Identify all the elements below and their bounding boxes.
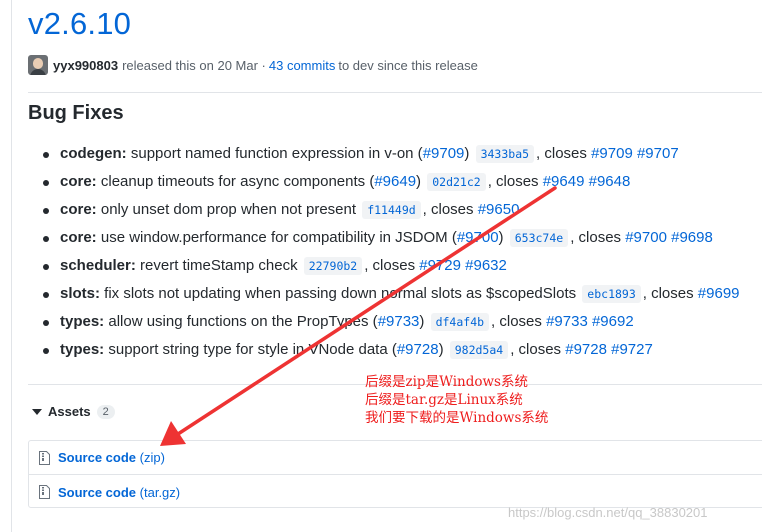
issue-link[interactable]: #9649 xyxy=(543,173,585,190)
commit-sha-link[interactable]: 3433ba5 xyxy=(475,145,535,163)
closes-text: , closes xyxy=(364,257,420,274)
issue-link[interactable]: #9728 xyxy=(565,341,607,358)
bug-fix-item: codegen: support named function expressi… xyxy=(43,143,762,171)
pr-link[interactable]: #9700 xyxy=(457,229,499,246)
closes-text: , closes xyxy=(422,201,478,218)
branch-text: to dev since this release xyxy=(338,57,478,73)
assets-label: Assets xyxy=(48,404,91,419)
pr-link[interactable]: #9649 xyxy=(374,173,416,190)
source-code-targz-link[interactable]: Source code (tar.gz) xyxy=(58,485,180,500)
source-code-zip-link[interactable]: Source code (zip) xyxy=(58,450,165,465)
fix-description: revert timeStamp check xyxy=(135,257,298,274)
fix-scope: core: xyxy=(60,173,97,190)
commit-sha-link[interactable]: f11449d xyxy=(362,201,421,219)
assets-toggle[interactable]: Assets 2 xyxy=(32,404,115,419)
fix-scope: core: xyxy=(60,229,97,246)
closes-text: , closes xyxy=(491,313,547,330)
fix-scope: scheduler: xyxy=(60,257,136,274)
file-zip-icon xyxy=(39,485,50,499)
closes-text: , closes xyxy=(570,229,626,246)
bug-fix-item: types: allow using functions on the Prop… xyxy=(43,311,762,339)
bug-fix-item: core: use window.performance for compati… xyxy=(43,227,762,255)
issue-link[interactable]: #9733 xyxy=(546,313,588,330)
issue-link[interactable]: #9692 xyxy=(592,313,634,330)
pr-link[interactable]: #9733 xyxy=(378,313,420,330)
closes-text: , closes xyxy=(510,341,566,358)
annotation-line-1: 后缀是zip是Windows系统 xyxy=(365,374,528,390)
fix-description: use window.performance for compatibility… xyxy=(96,229,457,246)
commit-sha-link[interactable]: 22790b2 xyxy=(303,257,363,275)
issue-link[interactable]: #9709 xyxy=(591,145,633,162)
commit-sha-link[interactable]: 982d5a4 xyxy=(449,341,509,359)
issue-link[interactable]: #9698 xyxy=(671,229,713,246)
fix-description: only unset dom prop when not present xyxy=(96,201,357,218)
annotation-line-2: 后缀是tar.gz是Linux系统 xyxy=(365,392,523,408)
asset-row-zip[interactable]: Source code (zip) xyxy=(29,441,762,475)
file-zip-icon xyxy=(39,450,50,465)
release-title[interactable]: v2.6.10 xyxy=(28,6,131,42)
annotation-text: 后缀是zip是Windows系统 后缀是tar.gz是Linux系统 我们要下载… xyxy=(365,373,548,427)
closes-text: , closes xyxy=(487,173,543,190)
divider-top xyxy=(28,92,762,93)
bug-fix-item: types: support string type for style in … xyxy=(43,339,762,367)
fix-scope: types: xyxy=(60,313,105,330)
commit-sha-link[interactable]: 02d21c2 xyxy=(427,173,486,191)
bug-fix-item: core: cleanup timeouts for async compone… xyxy=(43,171,762,199)
fix-scope: codegen: xyxy=(60,145,127,162)
pr-link[interactable]: #9709 xyxy=(423,145,465,162)
author-avatar[interactable] xyxy=(28,55,48,75)
fix-scope: types: xyxy=(60,341,105,358)
fix-description: support named function expression in v-o… xyxy=(126,145,423,162)
fix-scope: core: xyxy=(60,201,97,218)
fix-scope: slots: xyxy=(60,285,101,302)
issue-link[interactable]: #9699 xyxy=(698,285,740,302)
issue-link[interactable]: #9729 xyxy=(419,257,461,274)
assets-count-badge: 2 xyxy=(96,404,115,419)
closes-text: , closes xyxy=(536,145,592,162)
released-text: released this on 20 Mar · xyxy=(122,57,266,73)
fix-paren: ) xyxy=(438,341,444,358)
caret-down-icon xyxy=(32,408,42,415)
commit-sha-link[interactable]: df4af4b xyxy=(430,313,490,331)
issue-link[interactable]: #9648 xyxy=(589,173,631,190)
issue-link[interactable]: #9707 xyxy=(637,145,679,162)
fix-paren: ) xyxy=(419,313,425,330)
fix-description: fix slots not updating when passing down… xyxy=(100,285,577,302)
watermark: https://blog.csdn.net/qq_38830201 xyxy=(508,505,708,520)
bug-fix-item: scheduler: revert timeStamp check 22790b… xyxy=(43,255,762,283)
fix-description: cleanup timeouts for async components ( xyxy=(96,173,375,190)
bug-fixes-heading: Bug Fixes xyxy=(28,102,124,124)
fix-paren: ) xyxy=(498,229,504,246)
fix-description: support string type for style in VNode d… xyxy=(104,341,397,358)
asset-row-targz[interactable]: Source code (tar.gz) xyxy=(29,475,762,509)
bug-fix-list: codegen: support named function expressi… xyxy=(43,143,762,367)
issue-link[interactable]: #9727 xyxy=(611,341,653,358)
issue-link[interactable]: #9700 xyxy=(625,229,667,246)
assets-list: Source code (zip) Source code (tar.gz) xyxy=(28,440,762,508)
bug-fix-item: slots: fix slots not updating when passi… xyxy=(43,283,762,311)
commit-sha-link[interactable]: 653c74e xyxy=(509,229,569,247)
author-name[interactable]: yyx990803 xyxy=(53,58,118,73)
issue-link[interactable]: #9650 xyxy=(478,201,520,218)
page-left-border xyxy=(11,0,12,532)
release-meta: yyx990803 released this on 20 Mar · 43 c… xyxy=(28,54,478,76)
fix-paren: ) xyxy=(464,145,470,162)
bug-fix-item: core: only unset dom prop when not prese… xyxy=(43,199,762,227)
commits-link[interactable]: 43 commits xyxy=(269,58,335,73)
fix-paren: ) xyxy=(416,173,422,190)
closes-text: , closes xyxy=(642,285,698,302)
pr-link[interactable]: #9728 xyxy=(397,341,439,358)
commit-sha-link[interactable]: ebc1893 xyxy=(582,285,641,303)
fix-description: allow using functions on the PropTypes ( xyxy=(104,313,378,330)
issue-link[interactable]: #9632 xyxy=(465,257,507,274)
annotation-line-3: 我们要下载的是Windows系统 xyxy=(365,410,549,426)
